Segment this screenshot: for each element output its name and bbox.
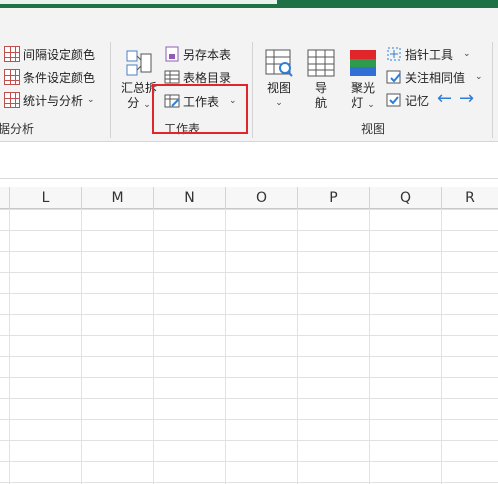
column-header-row: L M N O P Q R — [0, 187, 498, 209]
condition-color-button[interactable]: 条件设定颜色 — [4, 67, 95, 87]
table-directory-label: 表格目录 — [183, 70, 232, 85]
grid-line — [153, 209, 154, 484]
grid-line — [9, 209, 10, 484]
grid-line — [225, 209, 226, 484]
condition-color-label: 条件设定颜色 — [23, 70, 96, 85]
spotlight-button[interactable]: 聚光 灯 ⌄ — [344, 48, 382, 113]
chevron-down-icon: ⌄ — [463, 49, 471, 59]
view-magnifier-icon — [264, 48, 294, 78]
save-as-sheet-button[interactable]: 另存本表 — [164, 44, 231, 64]
navigation-button[interactable]: 导 航 — [304, 48, 338, 111]
save-as-label: 另存本表 — [183, 47, 232, 62]
chevron-down-icon: ⌄ — [87, 95, 95, 105]
grid-color-icon — [4, 46, 20, 62]
memory-label: 记忆 — [405, 93, 430, 108]
column-header-o[interactable]: O — [226, 187, 298, 209]
title-bar — [0, 0, 498, 8]
view-group-label: 视图 — [361, 122, 386, 136]
column-header-m[interactable]: M — [82, 187, 154, 209]
memory-button[interactable]: 记忆 — [386, 90, 429, 110]
view-label: 视图 — [266, 81, 291, 95]
spotlight-label-1: 聚光 — [350, 81, 375, 95]
grid-line — [441, 209, 442, 484]
pointer-tool-button[interactable]: 指针工具 ⌄ — [386, 44, 471, 64]
save-sheet-icon — [164, 46, 180, 62]
stats-grid-icon — [4, 92, 20, 108]
navigation-grid-icon — [306, 48, 336, 78]
navigation-label-1: 导 — [314, 81, 327, 95]
group-separator — [252, 42, 253, 138]
arrow-right-icon[interactable]: → — [459, 88, 474, 109]
cell-grid[interactable] — [0, 209, 498, 484]
pointer-crosshair-icon — [386, 46, 402, 62]
column-header-partial[interactable] — [0, 187, 10, 209]
active-tab-strip — [0, 0, 277, 4]
grid-line — [297, 209, 298, 484]
spotlight-label-2: 灯 ⌄ — [351, 96, 375, 110]
table-directory-icon — [164, 69, 180, 85]
watch-value-icon — [386, 69, 402, 85]
grid-line — [81, 209, 82, 484]
stats-analysis-button[interactable]: 统计与分析 ⌄ — [4, 90, 95, 110]
column-header-q[interactable]: Q — [370, 187, 442, 209]
pointer-tool-label: 指针工具 — [405, 47, 454, 62]
column-header-p[interactable]: P — [298, 187, 370, 209]
column-header-l[interactable]: L — [10, 187, 82, 209]
chevron-down-icon: ⌄ — [475, 72, 483, 82]
arrow-left-icon[interactable]: ← — [437, 88, 452, 109]
stats-analysis-label: 统计与分析 — [23, 93, 84, 108]
interval-color-button[interactable]: 间隔设定颜色 — [4, 44, 95, 64]
spotlight-icon — [348, 48, 378, 78]
chevron-down-icon: ⌄ — [275, 98, 283, 108]
condition-grid-icon — [4, 69, 20, 85]
formula-bar[interactable] — [0, 143, 498, 179]
interval-color-label: 间隔设定颜色 — [23, 47, 96, 62]
view-button[interactable]: 视图 ⌄ — [262, 48, 296, 111]
memory-icon — [386, 92, 402, 108]
navigation-label-2: 航 — [314, 96, 327, 110]
watch-same-value-label: 关注相同值 — [405, 70, 466, 85]
grid-line — [369, 209, 370, 484]
highlight-annotation-box — [152, 84, 248, 134]
watch-same-value-button[interactable]: 关注相同值 ⌄ — [386, 67, 483, 87]
data-analysis-group-label: 据分析 — [0, 122, 35, 136]
chevron-down-icon: ⌄ — [367, 100, 375, 110]
ribbon: 间隔设定颜色 条件设定颜色 统计与分析 ⌄ 据分析 汇总拆 分 ⌄ 另存本表 表… — [0, 8, 498, 142]
summary-split-icon — [124, 48, 154, 78]
group-separator — [492, 42, 493, 138]
group-separator — [110, 42, 111, 138]
chevron-down-icon: ⌄ — [143, 100, 151, 110]
column-header-r[interactable]: R — [442, 187, 498, 209]
column-header-n[interactable]: N — [154, 187, 226, 209]
